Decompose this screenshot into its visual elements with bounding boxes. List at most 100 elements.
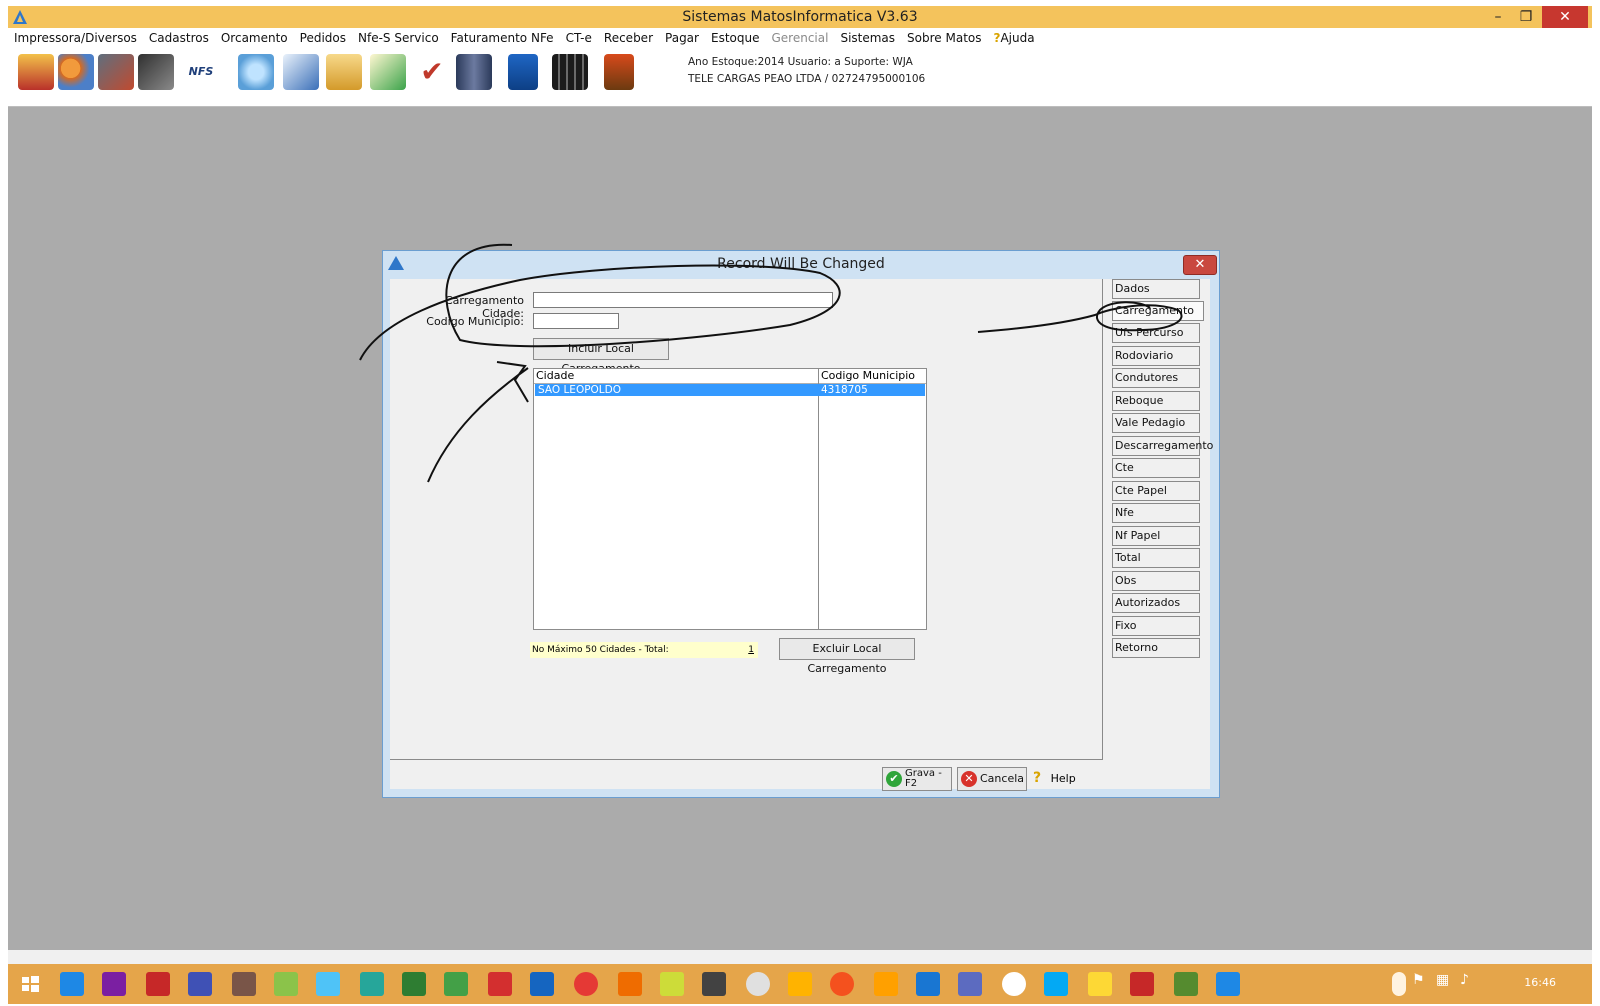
menu-impressora[interactable]: Impressora/Diversos [8,31,143,45]
tab-fixo[interactable]: Fixo [1112,616,1200,636]
document-edit-icon[interactable] [283,54,319,90]
tab-dados[interactable]: Dados [1112,279,1200,299]
app-icon-12[interactable] [530,972,554,996]
grava-button[interactable]: ✔ Grava - F2 [882,767,952,791]
remote-desktop-icon[interactable] [188,972,212,996]
users-icon[interactable] [58,54,94,90]
opera-icon[interactable] [574,972,598,996]
incluir-local-button[interactable]: Incluir Local Carregamento [533,338,669,375]
calculator-icon[interactable] [552,54,588,90]
check-circle-icon: ✔ [886,771,902,787]
check-icon[interactable]: ✔ [414,54,450,90]
menu-faturamento[interactable]: Faturamento NFe [445,31,560,45]
dialog-title: Record Will Be Changed [717,256,885,272]
save-icon[interactable] [508,54,538,90]
taskbar-clock[interactable]: 16:46 [1524,976,1556,989]
table-row[interactable]: SAO LEOPOLDO 4318705 [535,384,925,396]
row-cidade: SAO LEOPOLDO [538,384,622,396]
tools-icon[interactable] [456,54,492,90]
flag-icon[interactable]: ⚑ [1412,972,1426,996]
chrome-icon[interactable] [1002,972,1026,996]
tab-reboque[interactable]: Reboque [1112,391,1200,411]
menu-pedidos[interactable]: Pedidos [294,31,352,45]
dialog-title-bar[interactable]: Record Will Be Changed ✕ [383,251,1219,277]
excluir-local-button[interactable]: Excluir Local Carregamento [779,638,915,675]
nfse-icon[interactable]: NFS [180,54,222,90]
app-icon-17[interactable] [746,972,770,996]
tab-carregamento[interactable]: Carregamento [1112,301,1204,321]
restore-button[interactable]: ❐ [1512,6,1540,28]
menu-nfe-servico[interactable]: Nfe-S Servico [352,31,445,45]
title-bar[interactable]: Sistemas MatosInformatica V3.63 – ❐ ✕ [8,6,1592,28]
tab-condutores[interactable]: Condutores [1112,368,1200,388]
envelope-icon[interactable] [370,54,406,90]
app-icon-27[interactable] [1174,972,1198,996]
app-icon-8[interactable] [360,972,384,996]
tab-retorno[interactable]: Retorno [1112,638,1200,658]
internet-explorer-icon[interactable] [60,972,84,996]
minimize-button[interactable]: – [1484,6,1512,28]
tab-vale-pedagio[interactable]: Vale Pedagio [1112,413,1200,433]
help-button[interactable]: ? Help [1033,769,1083,787]
printer-icon[interactable] [138,54,174,90]
gift-icon[interactable] [18,54,54,90]
app-icon-10[interactable] [444,972,468,996]
skype-icon[interactable] [1044,972,1068,996]
tab-total[interactable]: Total [1112,548,1200,568]
app-icon-7[interactable] [316,972,340,996]
tray-icon-1[interactable] [1392,972,1406,996]
tab-ufs-percurso[interactable]: Ufs Percurso [1112,323,1200,343]
access-icon[interactable] [488,972,512,996]
tab-obs[interactable]: Obs [1112,571,1200,591]
terminal-icon[interactable] [702,972,726,996]
menu-sistemas[interactable]: Sistemas [834,31,901,45]
app-icon-22[interactable] [958,972,982,996]
app-icon-21[interactable] [916,972,940,996]
firefox-icon[interactable] [830,972,854,996]
app-icon-14[interactable] [618,972,642,996]
notepad-icon[interactable] [660,972,684,996]
filezilla-icon[interactable] [146,972,170,996]
tab-nf-papel[interactable]: Nf Papel [1112,526,1200,546]
dialog-close-button[interactable]: ✕ [1183,255,1217,275]
exit-icon[interactable] [604,54,634,90]
app-icon-20[interactable] [874,972,898,996]
grid-header-codigo[interactable]: Codigo Municipio [819,369,926,384]
matos-app-icon[interactable] [1216,972,1240,996]
close-button[interactable]: ✕ [1542,6,1588,28]
start-icon[interactable] [18,972,42,996]
visual-studio-icon[interactable] [102,972,126,996]
cancela-button[interactable]: ✕ Cancela [957,767,1027,791]
tab-cte[interactable]: Cte [1112,458,1200,478]
tab-descarregamento[interactable]: Descarregamento [1112,436,1213,456]
cidades-grid[interactable]: Cidade Codigo Municipio SAO LEOPOLDO 431… [533,368,927,630]
truck-icon[interactable] [98,54,134,90]
volume-icon[interactable]: ♪ [1460,972,1474,996]
grava-label: Grava - F2 [905,768,942,789]
tab-rodoviario[interactable]: Rodoviario [1112,346,1200,366]
municipio-input[interactable] [533,313,619,329]
network-icon[interactable]: ▦ [1436,972,1450,996]
menu-receber[interactable]: Receber [598,31,659,45]
app-icon-9[interactable] [402,972,426,996]
package-icon[interactable] [326,54,362,90]
menu-gerencial[interactable]: Gerencial [765,31,834,45]
app-icon-6[interactable] [274,972,298,996]
grid-header-cidade[interactable]: Cidade [534,369,818,384]
cidade-input[interactable] [533,292,833,308]
tab-autorizados[interactable]: Autorizados [1112,593,1200,613]
menu-ajuda[interactable]: ?Ajuda [988,31,1041,45]
menu-sobre[interactable]: Sobre Matos [901,31,987,45]
app-icon-5[interactable] [232,972,256,996]
tab-nfe[interactable]: Nfe [1112,503,1200,523]
menu-cte[interactable]: CT-e [560,31,598,45]
app-icon-18[interactable] [788,972,812,996]
help-link-icon[interactable] [238,54,274,90]
menu-cadastros[interactable]: Cadastros [143,31,215,45]
menu-pagar[interactable]: Pagar [659,31,705,45]
menu-estoque[interactable]: Estoque [705,31,766,45]
menu-orcamento[interactable]: Orcamento [215,31,294,45]
file-explorer-icon[interactable] [1088,972,1112,996]
tab-cte-papel[interactable]: Cte Papel [1112,481,1200,501]
acrobat-icon[interactable] [1130,972,1154,996]
